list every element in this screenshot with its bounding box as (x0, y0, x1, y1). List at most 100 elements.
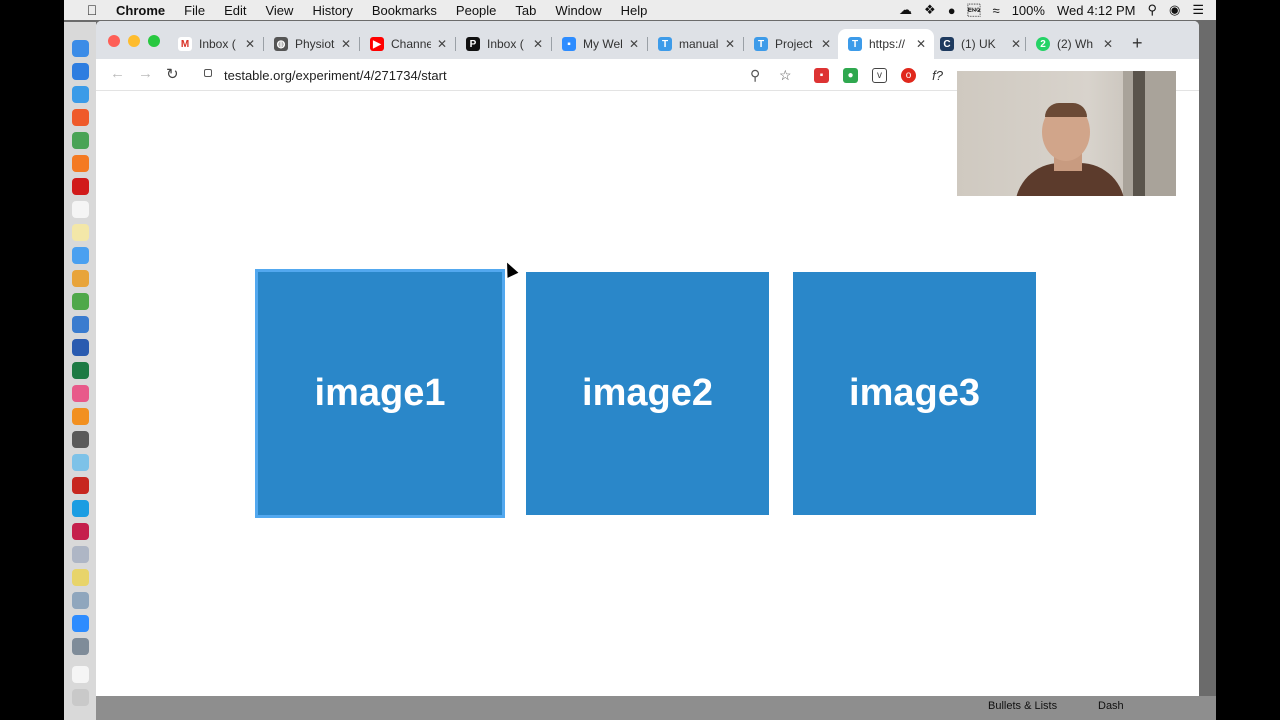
gmail-icon: M (178, 37, 192, 51)
zoom-icon[interactable] (72, 615, 89, 632)
close-icon[interactable]: ✕ (725, 37, 735, 51)
lock-icon[interactable] (204, 69, 212, 77)
menu-window[interactable]: Window (555, 3, 601, 18)
spotlight-icon[interactable]: ⚲ (1147, 2, 1157, 18)
menu-tab[interactable]: Tab (515, 3, 536, 18)
testable-icon: T (754, 37, 768, 51)
close-icon[interactable]: ✕ (821, 37, 831, 51)
safari-icon[interactable] (72, 86, 89, 103)
close-icon[interactable]: ✕ (341, 37, 351, 51)
chrome-icon[interactable] (72, 132, 89, 149)
music-icon[interactable] (72, 385, 89, 402)
bookmark-star-icon[interactable]: ☆ (779, 67, 792, 84)
tab-whatsapp[interactable]: 2 (2) Wh ✕ (1026, 29, 1121, 59)
stimulus-image3[interactable]: image3 (793, 272, 1036, 515)
keynote-icon[interactable] (72, 316, 89, 333)
stickies-icon[interactable] (72, 569, 89, 586)
document-icon[interactable] (72, 666, 89, 683)
tab-gmail[interactable]: M Inbox ( ✕ (168, 29, 263, 59)
messages-icon[interactable] (72, 247, 89, 264)
menu-view[interactable]: View (265, 3, 293, 18)
app-icon[interactable] (72, 431, 89, 448)
stimulus-image2[interactable]: image2 (526, 272, 769, 515)
menu-file[interactable]: File (184, 3, 205, 18)
bluetooth-icon[interactable]:  (968, 3, 981, 18)
close-icon[interactable]: ✕ (1011, 37, 1021, 51)
close-icon[interactable]: ✕ (916, 37, 926, 51)
close-icon[interactable]: ✕ (1103, 37, 1113, 51)
menu-app-name[interactable]: Chrome (116, 3, 165, 18)
close-icon[interactable]: ✕ (629, 37, 639, 51)
pages-icon[interactable] (72, 270, 89, 287)
cloud-icon[interactable]: ☁ (899, 2, 912, 18)
numbers-icon[interactable] (72, 293, 89, 310)
brave-icon[interactable] (72, 109, 89, 126)
preview-icon[interactable] (72, 592, 89, 609)
webcam-person-hair (1045, 103, 1087, 117)
mendeley-icon[interactable] (72, 523, 89, 540)
app-store-icon[interactable] (72, 63, 89, 80)
stimulus-image1[interactable]: image1 (255, 269, 505, 518)
forward-button[interactable]: → (138, 65, 153, 82)
back-button[interactable]: ← (110, 65, 125, 82)
extension-icon[interactable]: ▪ (814, 68, 829, 83)
tab-youtube[interactable]: ▶ Channe ✕ (360, 29, 455, 59)
tab-project[interactable]: T Project ✕ (744, 29, 839, 59)
tab-inbox-p[interactable]: P Inbox ( ✕ (456, 29, 551, 59)
dock (64, 22, 96, 720)
close-window-button[interactable] (108, 35, 120, 47)
close-icon[interactable]: ✕ (245, 37, 255, 51)
menu-edit[interactable]: Edit (224, 3, 246, 18)
calendar-icon[interactable] (72, 201, 89, 218)
dash-label[interactable]: Dash (1098, 700, 1124, 712)
battery-label[interactable]: 100% (1012, 3, 1045, 18)
clock[interactable]: Wed 4:12 PM (1057, 3, 1136, 18)
url-text[interactable]: testable.org/experiment/4/271734/start (224, 68, 447, 83)
menu-help[interactable]: Help (621, 3, 648, 18)
skype-icon[interactable] (72, 500, 89, 517)
pocket-icon[interactable]: v (872, 68, 887, 83)
finder-icon[interactable] (72, 40, 89, 57)
screenshot-icon[interactable] (72, 638, 89, 655)
user-icon[interactable]: ◉ (1169, 2, 1180, 18)
firefox-icon[interactable] (72, 155, 89, 172)
menu-bookmarks[interactable]: Bookmarks (372, 3, 437, 18)
zoom-search-icon[interactable]: ⚲ (750, 67, 760, 84)
c-icon: C (940, 37, 954, 51)
trash-icon[interactable] (72, 689, 89, 706)
close-icon[interactable]: ✕ (437, 37, 447, 51)
notes-icon[interactable] (72, 224, 89, 241)
maximize-window-button[interactable] (148, 35, 160, 47)
tab-active-testable[interactable]: T https:// ✕ (838, 29, 934, 59)
bullets-lists-label[interactable]: Bullets & Lists (988, 700, 1057, 712)
excel-icon[interactable] (72, 362, 89, 379)
sublime-icon[interactable] (72, 408, 89, 425)
letterbox-right (1216, 0, 1280, 720)
tab-manual[interactable]: T manual ✕ (648, 29, 743, 59)
opera-icon[interactable] (72, 178, 89, 195)
slack-icon[interactable] (72, 454, 89, 471)
notification-center-icon[interactable]: ☰ (1192, 2, 1204, 18)
function-icon[interactable]: f? (930, 68, 945, 83)
tab-zoom[interactable]: ▪ My Wel ✕ (552, 29, 647, 59)
evernote-icon[interactable]: ● (843, 68, 858, 83)
tab-uk[interactable]: C (1) UK ✕ (934, 29, 1029, 59)
word-icon[interactable] (72, 339, 89, 356)
close-icon[interactable]: ✕ (533, 37, 543, 51)
tab-physio[interactable]: ◍ Physiot ✕ (264, 29, 359, 59)
status-icon[interactable]: ● (948, 3, 956, 18)
new-tab-button[interactable]: + (1132, 33, 1143, 54)
webcam-doorframe (1133, 71, 1145, 196)
apple-icon[interactable]:  (82, 2, 102, 18)
dropbox-icon[interactable]: ❖ (924, 2, 936, 18)
address-bar[interactable]: testable.org/experiment/4/271734/start (194, 62, 789, 89)
menu-history[interactable]: History (312, 3, 352, 18)
filezilla-icon[interactable] (72, 477, 89, 494)
minimize-window-button[interactable] (128, 35, 140, 47)
textedit-icon[interactable] (72, 546, 89, 563)
opera-extension-icon[interactable]: o (901, 68, 916, 83)
wifi-icon[interactable]: ≈ (993, 3, 1000, 18)
menu-bar:  Chrome File Edit View History Bookmark… (64, 0, 1216, 20)
reload-button[interactable]: ↻ (166, 65, 179, 83)
menu-people[interactable]: People (456, 3, 496, 18)
